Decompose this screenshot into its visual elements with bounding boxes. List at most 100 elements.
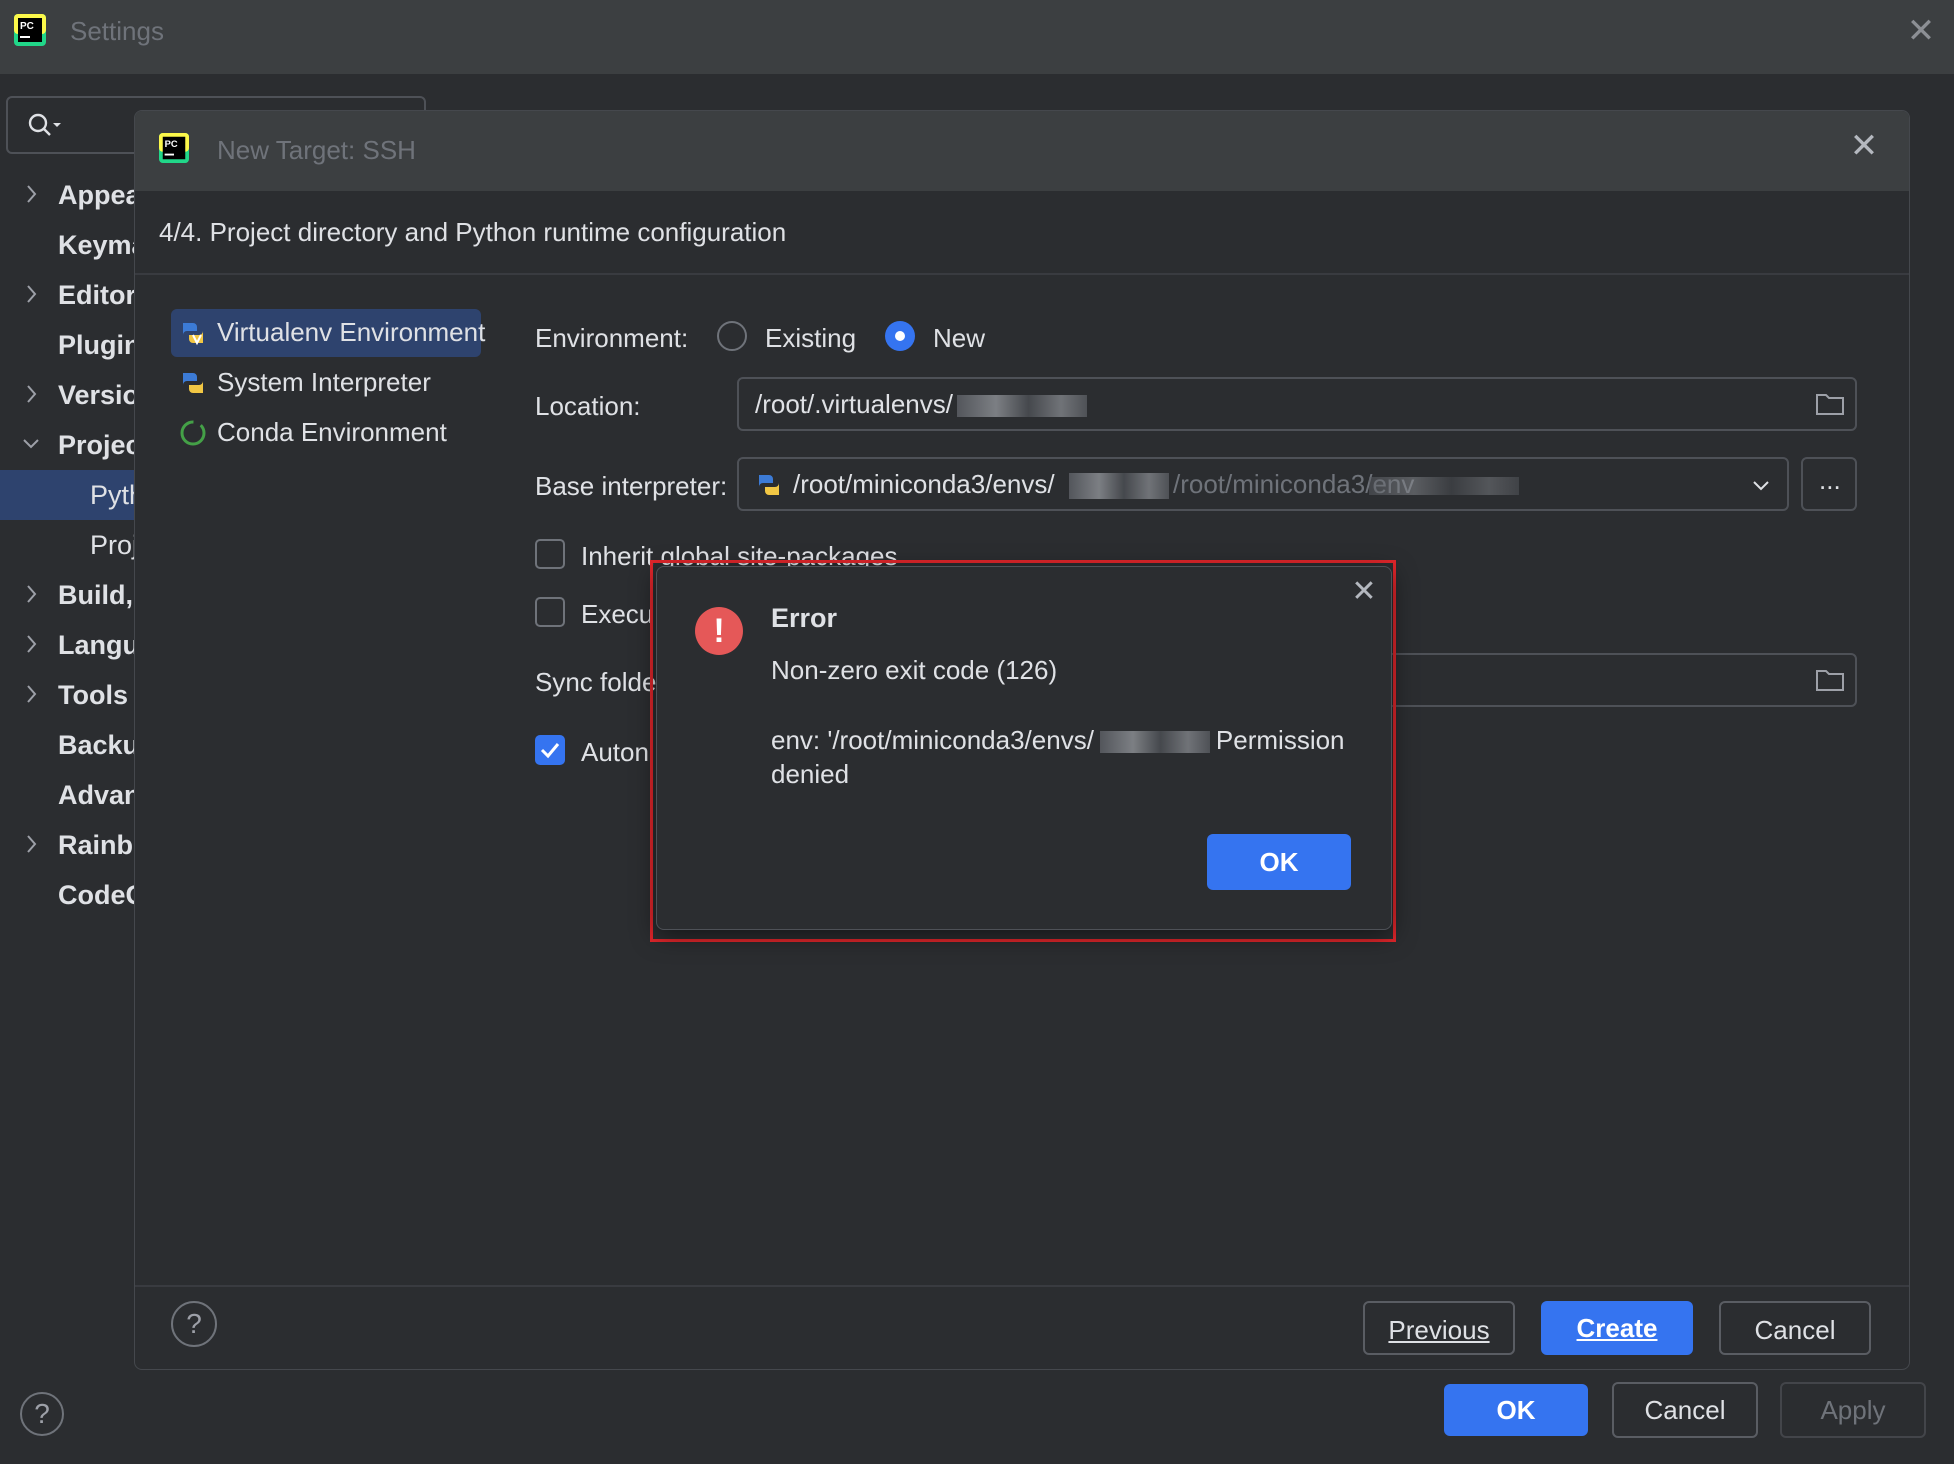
settings-tree-item[interactable]: Version Control	[0, 370, 140, 420]
redacted-text	[1069, 473, 1169, 499]
settings-tree-item[interactable]: Rainbow	[0, 820, 140, 870]
new-target-close-icon[interactable]: ✕	[1847, 129, 1881, 163]
execute-label: Execu	[581, 599, 654, 629]
settings-cancel-button[interactable]: Cancel	[1612, 1382, 1758, 1438]
settings-titlebar	[0, 0, 1954, 74]
browse-label: ...	[1819, 465, 1841, 495]
radio-existing-label: Existing	[765, 323, 857, 353]
radio-existing[interactable]	[717, 321, 747, 351]
settings-tree-item[interactable]: Languages & Frameworks	[0, 620, 140, 670]
settings-tree-item[interactable]: Build, Execution, Deployment	[0, 570, 140, 620]
env-type-label: Conda Environment	[217, 417, 447, 447]
radio-new[interactable]	[885, 321, 915, 351]
error-ok-button[interactable]: OK	[1207, 834, 1351, 890]
settings-tree-label: Backup and Sync	[58, 730, 140, 760]
environment-label: Environment:	[535, 323, 689, 353]
settings-help-icon[interactable]: ?	[20, 1392, 64, 1436]
settings-apply-button[interactable]: Apply	[1780, 1382, 1926, 1438]
settings-close-icon[interactable]: ✕	[1904, 14, 1938, 48]
settings-tree-label: Advanced Settings	[58, 780, 140, 810]
location-field[interactable]: /root/.virtualenvs/	[737, 377, 1857, 431]
error-detail: env: '/root/miniconda3/envs/Permission d…	[771, 723, 1361, 791]
settings-tree-label: Python Interpreter	[90, 480, 140, 510]
chevron-right-icon[interactable]	[22, 633, 40, 655]
folder-icon[interactable]	[1815, 667, 1845, 693]
settings-ok-button[interactable]: OK	[1444, 1384, 1588, 1436]
folder-icon[interactable]	[1815, 391, 1845, 417]
redacted-text	[1369, 477, 1519, 495]
dialog-help-icon[interactable]: ?	[171, 1301, 217, 1347]
settings-tree-label: Languages & Frameworks	[58, 630, 140, 660]
settings-tree-item[interactable]: Editor	[0, 270, 140, 320]
virtualenv-icon	[183, 323, 203, 346]
settings-tree-label: Tools	[58, 680, 128, 710]
settings-tree-item[interactable]: Plugins	[0, 320, 140, 370]
settings-tree-label: Appearance & Behavior	[58, 180, 140, 210]
settings-tree-label: CodeGeeX	[58, 880, 140, 910]
settings-tree-label: Project	[58, 430, 140, 460]
settings-tree-label: Rainbow	[58, 830, 140, 860]
chevron-right-icon[interactable]	[22, 583, 40, 605]
chevron-right-icon[interactable]	[22, 283, 40, 305]
previous-button[interactable]: Previous	[1363, 1301, 1515, 1355]
settings-tree-label: Version Control	[58, 380, 140, 410]
error-title: Error	[771, 603, 838, 633]
error-message: Non-zero exit code (126)	[771, 655, 1058, 685]
base-interpreter-label: Base interpreter:	[535, 471, 728, 501]
base-interpreter-value: /root/miniconda3/envs/	[793, 469, 1055, 499]
svg-text:PC: PC	[20, 21, 34, 32]
error-icon: !	[695, 607, 743, 655]
settings-tree-item[interactable]: Keymap	[0, 220, 140, 270]
env-type-system[interactable]: System Interpreter	[171, 359, 481, 407]
browse-button[interactable]: ...	[1801, 457, 1857, 511]
chevron-right-icon[interactable]	[22, 833, 40, 855]
execute-checkbox[interactable]	[535, 597, 565, 627]
env-type-conda[interactable]: Conda Environment	[171, 409, 481, 457]
pycharm-logo-icon: PC	[159, 133, 189, 163]
chevron-right-icon[interactable]	[22, 183, 40, 205]
search-icon	[28, 113, 61, 136]
error-detail-path: env: '/root/miniconda3/envs/	[771, 725, 1094, 755]
location-value: /root/.virtualenvs/	[755, 389, 953, 419]
chevron-down-icon[interactable]	[22, 433, 40, 455]
new-target-title: New Target: SSH	[217, 135, 416, 165]
env-type-virtualenv[interactable]: Virtualenv Environment	[171, 309, 485, 357]
error-close-icon[interactable]: ✕	[1349, 577, 1379, 607]
settings-tree-item[interactable]: Project Structure	[0, 520, 140, 570]
create-button[interactable]: Create	[1541, 1301, 1693, 1355]
settings-tree-label: Plugins	[58, 330, 140, 360]
auto-upload-checkbox[interactable]	[535, 735, 565, 765]
settings-tree-item[interactable]: Tools	[0, 670, 140, 720]
auto-upload-label: Auton	[581, 737, 649, 767]
location-label: Location:	[535, 391, 641, 421]
python-icon	[759, 475, 779, 495]
sync-folders-label: Sync folde	[535, 667, 657, 697]
wizard-step-title: 4/4. Project directory and Python runtim…	[159, 217, 787, 247]
python-icon	[183, 373, 203, 393]
redacted-text	[1099, 731, 1210, 754]
settings-tree-item[interactable]: Appearance & Behavior	[0, 170, 140, 220]
error-dialog: ✕ ! Error Non-zero exit code (126) env: …	[656, 566, 1392, 930]
radio-new-label: New	[933, 323, 986, 353]
divider	[135, 1285, 1909, 1287]
redacted-text	[957, 395, 1087, 417]
settings-tree-label: Keymap	[58, 230, 140, 260]
settings-tree-item[interactable]: Backup and Sync	[0, 720, 140, 770]
chevron-right-icon[interactable]	[22, 683, 40, 705]
checkmark-icon	[540, 743, 560, 759]
inherit-packages-checkbox[interactable]	[535, 539, 565, 569]
chevron-down-icon	[1753, 481, 1769, 491]
pycharm-logo-icon: PC	[14, 14, 46, 46]
svg-text:PC: PC	[165, 139, 178, 149]
settings-tree-label: Project Structure	[90, 530, 140, 560]
chevron-right-icon[interactable]	[22, 383, 40, 405]
settings-tree-item[interactable]: CodeGeeX	[0, 870, 140, 920]
settings-tree-item[interactable]: Python Interpreter	[0, 470, 140, 520]
env-type-label: System Interpreter	[217, 367, 431, 397]
settings-tree-item[interactable]: Project	[0, 420, 140, 470]
base-interpreter-select[interactable]: /root/miniconda3/envs/ /root/miniconda3/…	[737, 457, 1789, 511]
divider	[135, 273, 1909, 275]
dialog-cancel-button[interactable]: Cancel	[1719, 1301, 1871, 1355]
settings-tree-item[interactable]: Advanced Settings	[0, 770, 140, 820]
settings-tree-label: Editor	[58, 280, 136, 310]
